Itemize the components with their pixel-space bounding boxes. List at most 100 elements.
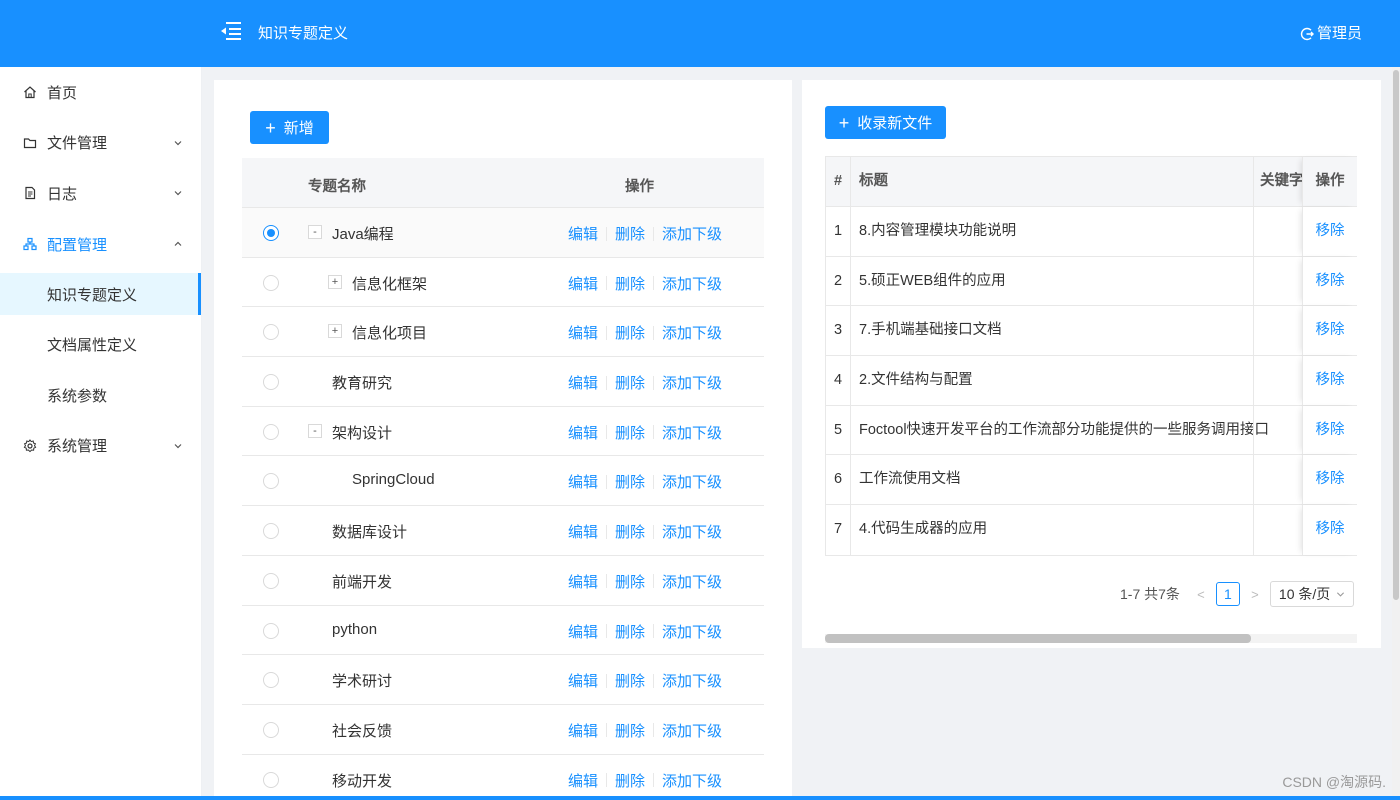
table-row[interactable]: 移动开发 编辑 删除 添加下级 [242,755,764,800]
sidebar-item-config-management[interactable]: 配置管理 [0,219,201,270]
sidebar-item-home[interactable]: 首页 [0,67,201,118]
row-radio[interactable] [263,274,279,291]
delete-link[interactable]: 删除 [615,670,645,691]
table-horizontal-scrollbar[interactable] [825,634,1357,643]
table-row[interactable]: 学术研讨 编辑 删除 添加下级 [242,655,764,705]
delete-link[interactable]: 删除 [615,223,645,244]
table-row[interactable]: 数据库设计 编辑 删除 添加下级 [242,506,764,556]
table-row[interactable]: + 信息化框架 编辑 删除 添加下级 [242,258,764,308]
scrollbar-thumb[interactable] [825,634,1251,643]
divider [606,425,608,440]
delete-link[interactable]: 删除 [615,372,645,393]
sidebar-item-logs[interactable]: 日志 [0,168,201,219]
divider [653,425,655,440]
document-keyword [1253,356,1303,405]
edit-link[interactable]: 编辑 [568,273,598,294]
row-radio[interactable] [263,672,279,689]
row-radio[interactable] [263,572,279,589]
sidebar-subitem-doc-attribute[interactable]: 文档属性定义 [0,319,201,370]
expand-icon[interactable]: + [328,324,342,339]
prev-page-icon[interactable]: < [1192,587,1210,602]
row-radio[interactable] [263,473,279,490]
edit-link[interactable]: 编辑 [568,571,598,592]
delete-link[interactable]: 删除 [615,471,645,492]
edit-link[interactable]: 编辑 [568,770,598,791]
edit-link[interactable]: 编辑 [568,372,598,393]
add-topic-button[interactable]: + 新增 [250,111,329,144]
remove-link[interactable]: 移除 [1302,306,1357,356]
remove-link[interactable]: 移除 [1302,256,1357,306]
delete-link[interactable]: 删除 [615,720,645,741]
divider [653,723,655,738]
table-row[interactable]: 社会反馈 编辑 删除 添加下级 [242,705,764,755]
delete-link[interactable]: 删除 [615,571,645,592]
row-radio[interactable] [263,225,279,241]
edit-link[interactable]: 编辑 [568,322,598,343]
page-number-current[interactable]: 1 [1215,582,1240,606]
table-row[interactable]: + 信息化项目 编辑 删除 添加下级 [242,307,764,358]
sidebar-item-system-management[interactable]: 系统管理 [0,421,201,472]
delete-link[interactable]: 删除 [615,521,645,542]
edit-link[interactable]: 编辑 [568,471,598,492]
table-row[interactable]: SpringCloud 编辑 删除 添加下级 [242,456,764,507]
add-child-link[interactable]: 添加下级 [662,720,722,741]
add-document-button[interactable]: + 收录新文件 [825,106,946,139]
table-row[interactable]: 前端开发 编辑 删除 添加下级 [242,556,764,606]
divider [606,773,608,788]
row-radio[interactable] [263,523,279,540]
edit-link[interactable]: 编辑 [568,521,598,542]
add-child-link[interactable]: 添加下级 [662,571,722,592]
delete-link[interactable]: 删除 [615,621,645,642]
document-title: 4.代码生成器的应用 [859,521,988,538]
table-row[interactable]: 教育研究 编辑 删除 添加下级 [242,357,764,407]
row-radio[interactable] [263,771,279,788]
add-child-link[interactable]: 添加下级 [662,223,722,244]
document-title: Foctool快速开发平台的工作流部分功能提供的一些服务调用接口 [859,421,1270,438]
expand-icon[interactable]: + [328,274,342,289]
edit-link[interactable]: 编辑 [568,720,598,741]
add-child-link[interactable]: 添加下级 [662,273,722,294]
row-radio[interactable] [263,423,279,440]
remove-link[interactable]: 移除 [1302,505,1357,555]
collapse-icon[interactable]: - [308,225,322,239]
remove-link[interactable]: 移除 [1302,207,1357,256]
table-row[interactable]: python 编辑 删除 添加下级 [242,606,764,656]
delete-link[interactable]: 删除 [615,422,645,443]
table-row[interactable]: - 架构设计 编辑 删除 添加下级 [242,407,764,457]
remove-link[interactable]: 移除 [1302,455,1357,505]
add-child-link[interactable]: 添加下级 [662,621,722,642]
sidebar-subitem-topic-definition[interactable]: 知识专题定义 [0,273,201,316]
page-vertical-scrollbar[interactable] [1392,67,1400,800]
table-row[interactable]: - Java编程 编辑 删除 添加下级 [242,208,764,258]
document-title: 7.手机端基础接口文档 [859,322,1002,339]
add-child-link[interactable]: 添加下级 [662,372,722,393]
table-row: 4 2.文件结构与配置 移除 [826,356,1357,406]
page-size-select[interactable]: 10 条/页 [1269,581,1354,607]
edit-link[interactable]: 编辑 [568,670,598,691]
user-menu[interactable]: 管理员 [1300,24,1362,44]
row-radio[interactable] [263,324,279,341]
scrollbar-thumb[interactable] [1393,70,1399,600]
add-child-link[interactable]: 添加下级 [662,670,722,691]
sidebar-item-file-management[interactable]: 文件管理 [0,118,201,169]
delete-link[interactable]: 删除 [615,770,645,791]
add-child-link[interactable]: 添加下级 [662,422,722,443]
menu-fold-icon[interactable] [220,21,242,41]
add-child-link[interactable]: 添加下级 [662,521,722,542]
row-radio[interactable] [263,721,279,738]
remove-link[interactable]: 移除 [1302,356,1357,405]
row-radio[interactable] [263,622,279,639]
row-radio[interactable] [263,374,279,391]
delete-link[interactable]: 删除 [615,322,645,343]
add-child-link[interactable]: 添加下级 [662,471,722,492]
add-child-link[interactable]: 添加下级 [662,770,722,791]
edit-link[interactable]: 编辑 [568,223,598,244]
edit-link[interactable]: 编辑 [568,621,598,642]
collapse-icon[interactable]: - [308,423,322,438]
edit-link[interactable]: 编辑 [568,422,598,443]
delete-link[interactable]: 删除 [615,273,645,294]
remove-link[interactable]: 移除 [1302,405,1357,455]
next-page-icon[interactable]: > [1246,587,1264,602]
sidebar-subitem-system-params[interactable]: 系统参数 [0,370,201,421]
add-child-link[interactable]: 添加下级 [662,322,722,343]
